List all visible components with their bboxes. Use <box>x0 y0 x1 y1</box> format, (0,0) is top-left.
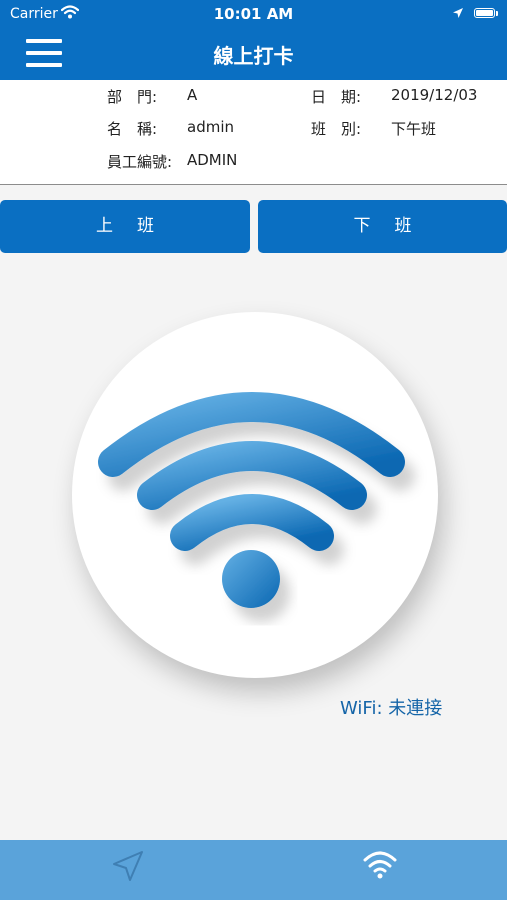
bottom-tab-bar <box>0 840 507 900</box>
app-header: Carrier 10:01 AM 線上打卡 <box>0 0 507 80</box>
tab-location[interactable] <box>0 840 253 900</box>
navigation-arrow-icon <box>113 851 143 881</box>
clock-out-label: 下班 <box>353 216 436 236</box>
clock-out-button[interactable]: 下班 <box>258 200 507 253</box>
info-row-3: 員工編號: ADMIN <box>0 151 507 173</box>
name-value: admin <box>187 118 234 136</box>
battery-tip <box>496 11 498 16</box>
location-arrow-icon <box>452 7 464 23</box>
battery-icon <box>474 8 495 18</box>
wifi-icon <box>72 312 438 678</box>
department-value: A <box>187 86 198 104</box>
wifi-status-value: 未連接 <box>388 698 443 719</box>
name-label: 名 稱: <box>107 120 158 138</box>
shift-value: 下午班 <box>391 120 437 138</box>
employee-info-panel: 部 門: A 日 期: 2019/12/03 名 稱: admin 班 別: 下… <box>0 80 507 185</box>
clock-in-label: 上班 <box>96 216 178 236</box>
wifi-connection-status: WiFi: 未連接 <box>340 694 442 720</box>
page-title: 線上打卡 <box>213 44 294 68</box>
wifi-status-label: WiFi: <box>340 698 383 719</box>
employee-id-label: 員工編號: <box>107 153 173 171</box>
employee-id-value: ADMIN <box>187 151 238 169</box>
nav-bar: 線上打卡 <box>0 28 507 80</box>
info-row-1: 部 門: A 日 期: 2019/12/03 <box>0 86 507 108</box>
info-row-2: 名 稱: admin 班 別: 下午班 <box>0 118 507 140</box>
date-value: 2019/12/03 <box>391 86 478 104</box>
department-label: 部 門: <box>107 88 158 106</box>
shift-label: 班 別: <box>311 120 362 138</box>
clock-in-button[interactable]: 上班 <box>0 200 250 253</box>
wifi-tab-icon <box>363 851 397 879</box>
status-time: 10:01 AM <box>213 5 294 23</box>
status-bar: Carrier 10:01 AM <box>0 0 507 28</box>
tab-wifi[interactable] <box>254 840 507 900</box>
date-label: 日 期: <box>311 88 362 106</box>
